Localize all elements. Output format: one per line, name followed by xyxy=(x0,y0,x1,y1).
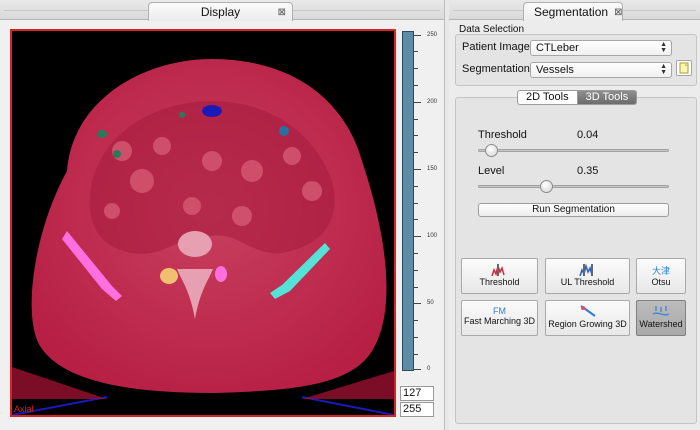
tool-watershed-label: Watershed xyxy=(639,319,683,329)
tab-3d-tools[interactable]: 3D Tools xyxy=(577,90,638,105)
segmentation-value: Vessels xyxy=(536,64,574,76)
tool-threshold-label: Threshold xyxy=(479,277,520,287)
level-slider-track[interactable] xyxy=(478,185,669,188)
tab-display[interactable]: Display ⊠ xyxy=(148,2,293,21)
segmentation-label: Segmentation xyxy=(462,63,530,75)
patient-image-label: Patient Image xyxy=(462,41,530,53)
data-selection-group: Patient Image CTLeber ▲ ▼ Segmentation Ve… xyxy=(455,34,697,86)
vessel-green xyxy=(97,130,107,138)
threshold-label: Threshold xyxy=(478,129,527,141)
threshold-slider-track[interactable] xyxy=(478,149,669,152)
close-icon[interactable]: ⊠ xyxy=(614,7,622,18)
vessel-blue xyxy=(202,105,222,117)
tool-threshold-button[interactable]: Threshold xyxy=(461,258,538,294)
patient-image-select[interactable]: CTLeber ▲ ▼ xyxy=(530,40,672,56)
ct-slice-image xyxy=(12,59,394,415)
tick-label: 100 xyxy=(427,233,438,239)
tab-2d-tools[interactable]: 2D Tools xyxy=(517,90,578,105)
level-label: Level xyxy=(478,165,505,177)
vertebra-body xyxy=(178,231,212,257)
tool-fast-marching-button[interactable]: FM Fast Marching 3D xyxy=(461,300,538,336)
histogram-threshold-icon xyxy=(490,263,505,276)
tool-otsu-button[interactable]: 大津 Otsu xyxy=(636,258,686,294)
otsu-icon: 大津 xyxy=(651,266,670,276)
display-panel: Display ⊠ Axial 250 200 150 100 50 0 127… xyxy=(0,0,445,430)
updown-chevron-icon: ▲ ▼ xyxy=(660,63,667,76)
scale-ticks: 250 200 150 100 50 0 xyxy=(414,31,442,372)
window-max-field[interactable]: 255 xyxy=(400,402,434,417)
window-level-bar[interactable] xyxy=(402,31,414,371)
level-value: 0.35 xyxy=(577,165,599,177)
run-segmentation-button[interactable]: Run Segmentation xyxy=(478,203,669,217)
crosshair-right xyxy=(301,396,394,415)
vessel-teal xyxy=(279,126,289,136)
view-orientation-label: Axial xyxy=(14,404,34,414)
updown-chevron-icon: ▲ ▼ xyxy=(660,41,667,54)
tick-label: 200 xyxy=(427,99,438,105)
new-segmentation-button[interactable] xyxy=(676,60,692,76)
tool-watershed-button[interactable]: Watershed xyxy=(636,300,686,336)
tool-tabs: 2D Tools 3D Tools xyxy=(517,90,638,105)
orange-structure xyxy=(160,268,178,284)
patient-image-value: CTLeber xyxy=(536,42,579,54)
tab-segmentation[interactable]: Segmentation ⊠ xyxy=(523,2,623,21)
new-document-icon xyxy=(679,62,689,74)
segmentation-tab-strip: Segmentation ⊠ xyxy=(449,0,700,21)
threshold-value: 0.04 xyxy=(577,129,599,141)
tool-ul-threshold-label: UL Threshold xyxy=(560,277,615,287)
fast-marching-icon: FM xyxy=(493,306,506,316)
tool-otsu-label: Otsu xyxy=(651,277,671,287)
image-viewer[interactable]: Axial xyxy=(10,29,396,417)
watershed-icon xyxy=(652,306,670,316)
tool-ul-threshold-button[interactable]: UL Threshold xyxy=(545,258,630,294)
tick-label: 0 xyxy=(427,366,431,372)
segmentation-tab-title: Segmentation xyxy=(534,5,609,19)
tool-fast-marching-label: Fast Marching 3D xyxy=(463,316,536,326)
tick-label: 50 xyxy=(427,300,434,306)
display-tab-title: Display xyxy=(200,5,241,19)
segmentation-select[interactable]: Vessels ▲ ▼ xyxy=(530,62,672,78)
vessel-green-2 xyxy=(113,150,121,158)
tick-label: 150 xyxy=(427,166,438,172)
pink-structure xyxy=(215,266,227,282)
vessel-green-3 xyxy=(179,112,185,118)
close-icon[interactable]: ⊠ xyxy=(278,7,286,18)
display-tab-strip: Display ⊠ xyxy=(0,0,444,21)
window-min-field[interactable]: 127 xyxy=(400,386,434,401)
segmentation-panel: Segmentation ⊠ Data Selection Patient Im… xyxy=(449,0,700,430)
tool-region-growing-button[interactable]: Region Growing 3D xyxy=(545,300,630,336)
histogram-ul-threshold-icon xyxy=(578,263,593,276)
tick-label: 250 xyxy=(427,32,438,38)
tool-region-growing-label: Region Growing 3D xyxy=(548,319,627,329)
region-growing-icon xyxy=(579,305,596,317)
